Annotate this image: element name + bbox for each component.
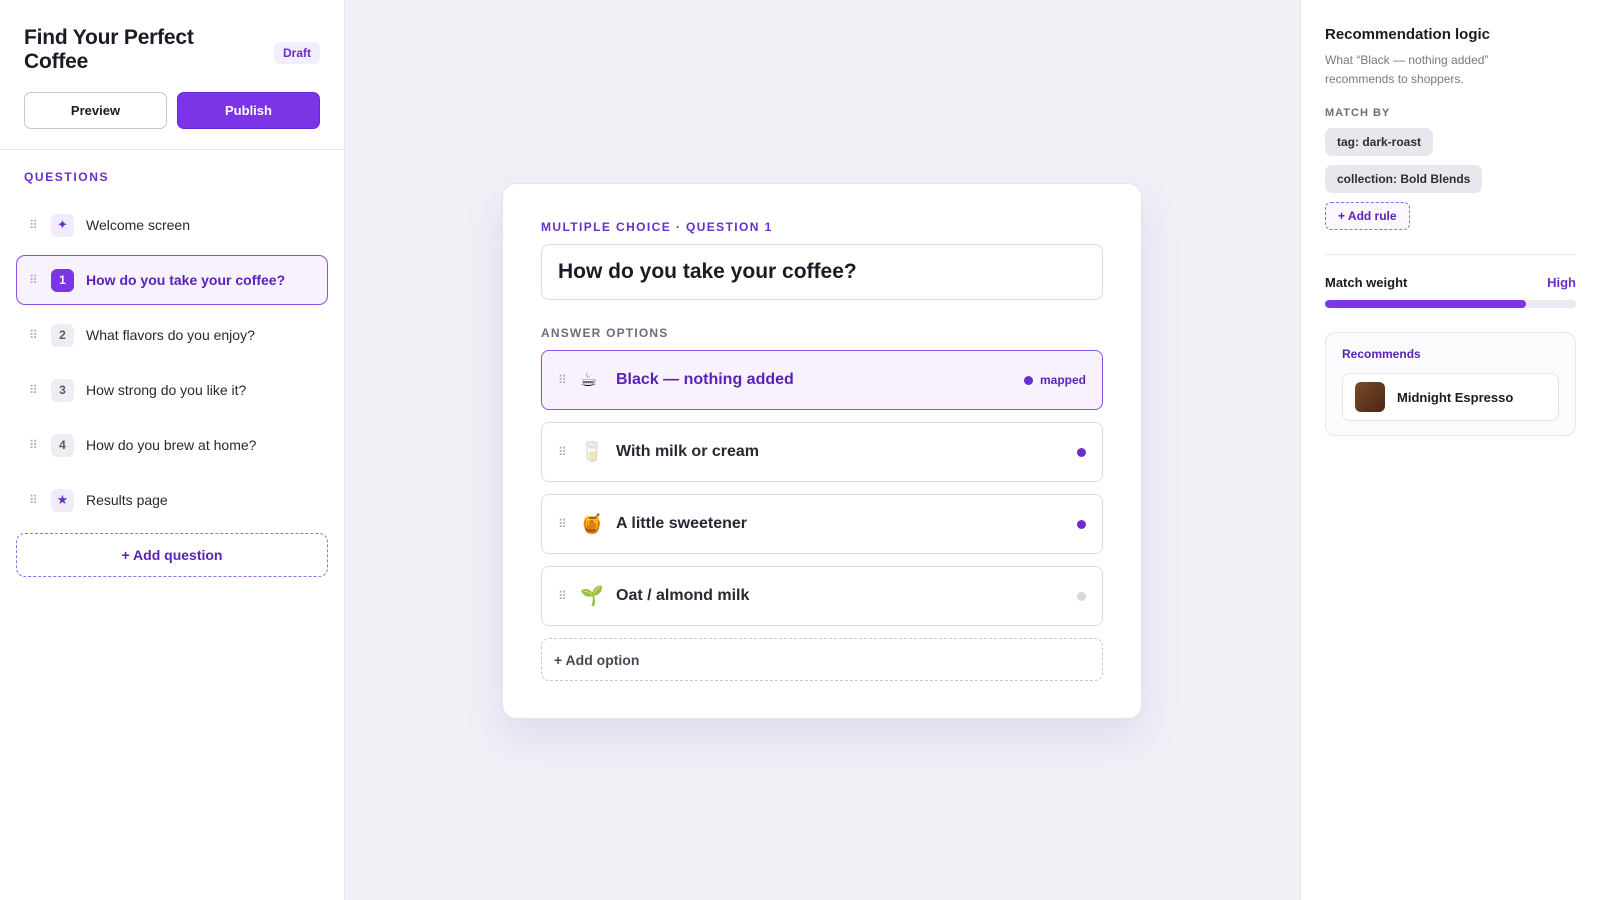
drag-handle-icon[interactable]: ⠿ xyxy=(29,328,51,342)
sparkle-icon: ✦ xyxy=(51,213,74,237)
match-weight-fill xyxy=(1325,300,1526,308)
recommends-box: Recommends Midnight Espresso xyxy=(1325,332,1576,436)
answer-option[interactable]: ⠿ 🥛 With milk or cream xyxy=(541,422,1103,482)
question-item-1[interactable]: ⠿ 1 How do you take your coffee? xyxy=(16,255,328,305)
question-item-results[interactable]: ⠿ ★ Results page xyxy=(16,475,328,525)
add-question-button[interactable]: + Add question xyxy=(16,533,328,577)
question-editor-card: MULTIPLE CHOICE · QUESTION 1 How do you … xyxy=(502,183,1142,719)
logic-description: What “Black — nothing added” recommends … xyxy=(1325,53,1489,86)
question-item-2[interactable]: ⠿ 2 What flavors do you enjoy? xyxy=(16,310,328,360)
question-item-label: How strong do you like it? xyxy=(86,382,247,398)
answer-option-label: Oat / almond milk xyxy=(616,587,750,604)
unmapped-dot-icon xyxy=(1077,591,1086,601)
answer-option[interactable]: ⠿ ☕ Black — nothing added mapped xyxy=(541,350,1103,410)
seedling-icon: 🌱 xyxy=(580,586,604,607)
answer-option-label: With milk or cream xyxy=(616,443,760,460)
question-item-4[interactable]: ⠿ 4 How do you brew at home? xyxy=(16,420,328,470)
question-number-badge: 2 xyxy=(51,323,74,347)
mapped-dot-icon xyxy=(1077,447,1086,457)
drag-handle-icon[interactable]: ⠿ xyxy=(558,517,580,531)
divider xyxy=(1325,254,1576,255)
drag-handle-icon[interactable]: ⠿ xyxy=(558,445,580,459)
match-weight-value: High xyxy=(1547,275,1576,290)
drag-handle-icon[interactable]: ⠿ xyxy=(558,373,580,387)
question-number-badge: 3 xyxy=(51,378,74,402)
recommends-label: Recommends xyxy=(1342,347,1421,361)
question-item-label: Welcome screen xyxy=(86,217,191,233)
question-item-label: Results page xyxy=(86,492,168,508)
preview-button[interactable]: Preview xyxy=(24,92,167,129)
add-rule-button[interactable]: + Add rule xyxy=(1325,202,1410,230)
drag-handle-icon[interactable]: ⠿ xyxy=(558,589,580,603)
question-item-3[interactable]: ⠿ 3 How strong do you like it? xyxy=(16,365,328,415)
coffee-cup-icon: ☕ xyxy=(580,369,598,391)
honey-pot-icon: 🍯 xyxy=(580,514,604,535)
mapped-indicator: mapped xyxy=(1023,373,1086,387)
question-item-welcome[interactable]: ⠿ ✦ Welcome screen xyxy=(16,200,328,250)
quiz-header: Find Your Perfect Coffee Draft Preview P… xyxy=(0,0,344,150)
milk-glass-icon: 🥛 xyxy=(580,442,604,463)
drag-handle-icon[interactable]: ⠿ xyxy=(29,438,51,452)
product-name: Midnight Espresso xyxy=(1397,389,1514,405)
drag-handle-icon[interactable]: ⠿ xyxy=(29,493,51,507)
editor-canvas: MULTIPLE CHOICE · QUESTION 1 How do you … xyxy=(345,0,1300,900)
question-item-label: How do you brew at home? xyxy=(86,437,257,453)
recommended-product[interactable]: Midnight Espresso xyxy=(1342,373,1559,421)
logic-title: Recommendation logic xyxy=(1325,26,1491,43)
question-item-label: How do you take your coffee? xyxy=(86,272,286,288)
answer-option[interactable]: ⠿ 🍯 A little sweetener xyxy=(541,494,1103,554)
questions-section-label: QUESTIONS xyxy=(24,170,110,184)
mapped-dot-icon xyxy=(1077,519,1086,529)
logic-panel: Recommendation logic What “Black — nothi… xyxy=(1300,0,1600,900)
answer-option[interactable]: ⠿ 🌱 Oat / almond milk xyxy=(541,566,1103,626)
match-by-label: MATCH BY xyxy=(1325,107,1391,119)
drag-handle-icon[interactable]: ⠿ xyxy=(29,218,51,232)
question-number-badge: 1 xyxy=(51,268,74,292)
mapped-dot-icon xyxy=(1023,375,1033,385)
match-weight-slider[interactable] xyxy=(1325,300,1576,308)
mapped-label: mapped xyxy=(1039,373,1086,387)
rule-chip[interactable]: collection: Bold Blends xyxy=(1325,165,1483,193)
drag-handle-icon[interactable]: ⠿ xyxy=(29,273,51,287)
question-text-input[interactable]: How do you take your coffee? xyxy=(541,244,1103,300)
question-item-label: What flavors do you enjoy? xyxy=(86,327,255,343)
question-type-label: MULTIPLE CHOICE · QUESTION 1 xyxy=(541,220,773,234)
answer-option-label: Black — nothing added xyxy=(616,371,794,388)
product-thumbnail xyxy=(1355,382,1385,412)
status-badge: Draft xyxy=(273,42,320,64)
question-number-badge: 4 xyxy=(51,433,74,457)
add-option-button[interactable]: + Add option xyxy=(541,638,1103,681)
match-weight-row: Match weight High xyxy=(1325,275,1576,290)
publish-button[interactable]: Publish xyxy=(177,92,320,129)
answer-option-label: A little sweetener xyxy=(616,515,748,532)
star-icon: ★ xyxy=(51,488,74,512)
answer-options-label: ANSWER OPTIONS xyxy=(541,326,669,340)
match-weight-label: Match weight xyxy=(1325,275,1408,290)
rule-chip[interactable]: tag: dark-roast xyxy=(1325,128,1434,156)
questions-list: QUESTIONS ⠿ ✦ Welcome screen ⠿ 1 How do … xyxy=(0,150,344,577)
questions-sidebar: Find Your Perfect Coffee Draft Preview P… xyxy=(0,0,345,900)
quiz-title: Find Your Perfect Coffee xyxy=(24,26,194,73)
drag-handle-icon[interactable]: ⠿ xyxy=(29,383,51,397)
